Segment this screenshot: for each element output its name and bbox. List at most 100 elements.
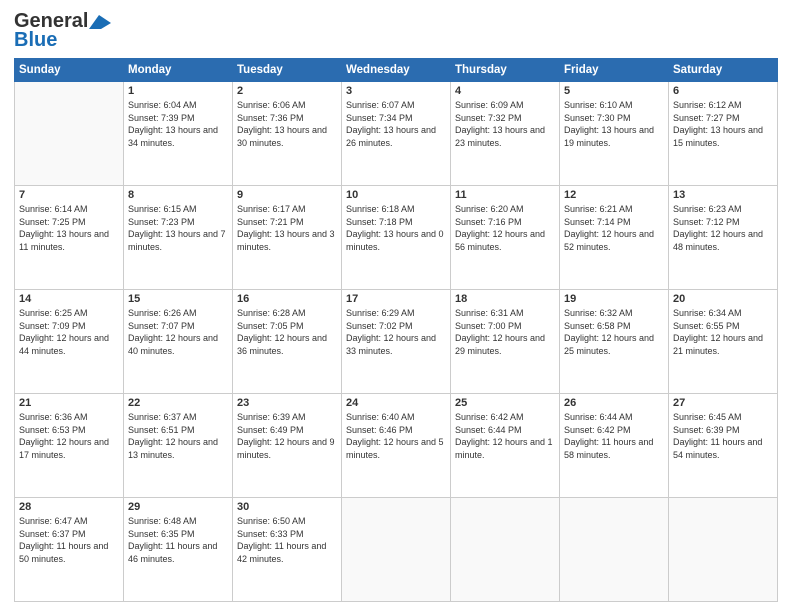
day-info: Sunrise: 6:34 AM Sunset: 6:55 PM Dayligh… [673, 307, 773, 357]
weekday-header-friday: Friday [560, 59, 669, 82]
weekday-header-wednesday: Wednesday [342, 59, 451, 82]
day-cell: 22 Sunrise: 6:37 AM Sunset: 6:51 PM Dayl… [124, 394, 233, 498]
day-info: Sunrise: 6:12 AM Sunset: 7:27 PM Dayligh… [673, 99, 773, 149]
day-number: 21 [19, 397, 119, 409]
day-info: Sunrise: 6:26 AM Sunset: 7:07 PM Dayligh… [128, 307, 228, 357]
day-number: 8 [128, 189, 228, 201]
day-number: 19 [564, 293, 664, 305]
day-info: Sunrise: 6:10 AM Sunset: 7:30 PM Dayligh… [564, 99, 664, 149]
day-info: Sunrise: 6:28 AM Sunset: 7:05 PM Dayligh… [237, 307, 337, 357]
week-row-2: 7 Sunrise: 6:14 AM Sunset: 7:25 PM Dayli… [15, 186, 778, 290]
day-number: 5 [564, 85, 664, 97]
week-row-5: 28 Sunrise: 6:47 AM Sunset: 6:37 PM Dayl… [15, 498, 778, 602]
day-info: Sunrise: 6:23 AM Sunset: 7:12 PM Dayligh… [673, 203, 773, 253]
week-row-3: 14 Sunrise: 6:25 AM Sunset: 7:09 PM Dayl… [15, 290, 778, 394]
day-cell: 9 Sunrise: 6:17 AM Sunset: 7:21 PM Dayli… [233, 186, 342, 290]
weekday-header-monday: Monday [124, 59, 233, 82]
day-cell: 16 Sunrise: 6:28 AM Sunset: 7:05 PM Dayl… [233, 290, 342, 394]
day-cell: 3 Sunrise: 6:07 AM Sunset: 7:34 PM Dayli… [342, 82, 451, 186]
day-cell: 20 Sunrise: 6:34 AM Sunset: 6:55 PM Dayl… [669, 290, 778, 394]
day-number: 26 [564, 397, 664, 409]
day-cell: 14 Sunrise: 6:25 AM Sunset: 7:09 PM Dayl… [15, 290, 124, 394]
day-number: 15 [128, 293, 228, 305]
day-cell: 11 Sunrise: 6:20 AM Sunset: 7:16 PM Dayl… [451, 186, 560, 290]
weekday-header-sunday: Sunday [15, 59, 124, 82]
day-number: 6 [673, 85, 773, 97]
calendar-table: SundayMondayTuesdayWednesdayThursdayFrid… [14, 58, 778, 602]
day-info: Sunrise: 6:04 AM Sunset: 7:39 PM Dayligh… [128, 99, 228, 149]
week-row-4: 21 Sunrise: 6:36 AM Sunset: 6:53 PM Dayl… [15, 394, 778, 498]
day-info: Sunrise: 6:06 AM Sunset: 7:36 PM Dayligh… [237, 99, 337, 149]
day-number: 24 [346, 397, 446, 409]
day-info: Sunrise: 6:17 AM Sunset: 7:21 PM Dayligh… [237, 203, 337, 253]
day-cell: 27 Sunrise: 6:45 AM Sunset: 6:39 PM Dayl… [669, 394, 778, 498]
day-cell: 25 Sunrise: 6:42 AM Sunset: 6:44 PM Dayl… [451, 394, 560, 498]
day-cell: 19 Sunrise: 6:32 AM Sunset: 6:58 PM Dayl… [560, 290, 669, 394]
weekday-header-saturday: Saturday [669, 59, 778, 82]
day-number: 4 [455, 85, 555, 97]
day-cell [451, 498, 560, 602]
day-cell: 2 Sunrise: 6:06 AM Sunset: 7:36 PM Dayli… [233, 82, 342, 186]
day-info: Sunrise: 6:25 AM Sunset: 7:09 PM Dayligh… [19, 307, 119, 357]
day-cell: 17 Sunrise: 6:29 AM Sunset: 7:02 PM Dayl… [342, 290, 451, 394]
day-cell: 4 Sunrise: 6:09 AM Sunset: 7:32 PM Dayli… [451, 82, 560, 186]
day-cell: 6 Sunrise: 6:12 AM Sunset: 7:27 PM Dayli… [669, 82, 778, 186]
day-number: 10 [346, 189, 446, 201]
day-info: Sunrise: 6:42 AM Sunset: 6:44 PM Dayligh… [455, 411, 555, 461]
weekday-header-thursday: Thursday [451, 59, 560, 82]
day-info: Sunrise: 6:29 AM Sunset: 7:02 PM Dayligh… [346, 307, 446, 357]
day-cell: 18 Sunrise: 6:31 AM Sunset: 7:00 PM Dayl… [451, 290, 560, 394]
day-cell [15, 82, 124, 186]
day-cell: 21 Sunrise: 6:36 AM Sunset: 6:53 PM Dayl… [15, 394, 124, 498]
day-info: Sunrise: 6:50 AM Sunset: 6:33 PM Dayligh… [237, 515, 337, 565]
day-info: Sunrise: 6:36 AM Sunset: 6:53 PM Dayligh… [19, 411, 119, 461]
day-cell: 10 Sunrise: 6:18 AM Sunset: 7:18 PM Dayl… [342, 186, 451, 290]
header: General Blue [14, 10, 778, 52]
day-number: 30 [237, 501, 337, 513]
day-cell: 15 Sunrise: 6:26 AM Sunset: 7:07 PM Dayl… [124, 290, 233, 394]
weekday-header-row: SundayMondayTuesdayWednesdayThursdayFrid… [15, 59, 778, 82]
day-info: Sunrise: 6:48 AM Sunset: 6:35 PM Dayligh… [128, 515, 228, 565]
day-number: 17 [346, 293, 446, 305]
day-info: Sunrise: 6:47 AM Sunset: 6:37 PM Dayligh… [19, 515, 119, 565]
day-info: Sunrise: 6:32 AM Sunset: 6:58 PM Dayligh… [564, 307, 664, 357]
day-cell: 23 Sunrise: 6:39 AM Sunset: 6:49 PM Dayl… [233, 394, 342, 498]
day-info: Sunrise: 6:15 AM Sunset: 7:23 PM Dayligh… [128, 203, 228, 253]
day-number: 13 [673, 189, 773, 201]
page: General Blue SundayMondayTuesdayWednesda… [0, 0, 792, 612]
day-number: 25 [455, 397, 555, 409]
day-info: Sunrise: 6:37 AM Sunset: 6:51 PM Dayligh… [128, 411, 228, 461]
day-cell: 8 Sunrise: 6:15 AM Sunset: 7:23 PM Dayli… [124, 186, 233, 290]
day-number: 28 [19, 501, 119, 513]
day-number: 14 [19, 293, 119, 305]
day-number: 9 [237, 189, 337, 201]
day-info: Sunrise: 6:40 AM Sunset: 6:46 PM Dayligh… [346, 411, 446, 461]
day-cell [560, 498, 669, 602]
day-cell: 12 Sunrise: 6:21 AM Sunset: 7:14 PM Dayl… [560, 186, 669, 290]
week-row-1: 1 Sunrise: 6:04 AM Sunset: 7:39 PM Dayli… [15, 82, 778, 186]
logo-icon [89, 15, 111, 29]
day-number: 2 [237, 85, 337, 97]
day-number: 11 [455, 189, 555, 201]
day-number: 12 [564, 189, 664, 201]
day-cell: 30 Sunrise: 6:50 AM Sunset: 6:33 PM Dayl… [233, 498, 342, 602]
day-cell: 24 Sunrise: 6:40 AM Sunset: 6:46 PM Dayl… [342, 394, 451, 498]
day-info: Sunrise: 6:07 AM Sunset: 7:34 PM Dayligh… [346, 99, 446, 149]
day-cell: 26 Sunrise: 6:44 AM Sunset: 6:42 PM Dayl… [560, 394, 669, 498]
day-info: Sunrise: 6:45 AM Sunset: 6:39 PM Dayligh… [673, 411, 773, 461]
day-number: 27 [673, 397, 773, 409]
day-number: 18 [455, 293, 555, 305]
day-cell: 29 Sunrise: 6:48 AM Sunset: 6:35 PM Dayl… [124, 498, 233, 602]
day-info: Sunrise: 6:14 AM Sunset: 7:25 PM Dayligh… [19, 203, 119, 253]
day-number: 16 [237, 293, 337, 305]
day-number: 22 [128, 397, 228, 409]
day-cell [669, 498, 778, 602]
day-info: Sunrise: 6:44 AM Sunset: 6:42 PM Dayligh… [564, 411, 664, 461]
day-number: 23 [237, 397, 337, 409]
logo-blue: Blue [14, 29, 57, 52]
day-number: 29 [128, 501, 228, 513]
day-info: Sunrise: 6:39 AM Sunset: 6:49 PM Dayligh… [237, 411, 337, 461]
day-cell: 1 Sunrise: 6:04 AM Sunset: 7:39 PM Dayli… [124, 82, 233, 186]
day-cell: 7 Sunrise: 6:14 AM Sunset: 7:25 PM Dayli… [15, 186, 124, 290]
day-cell: 5 Sunrise: 6:10 AM Sunset: 7:30 PM Dayli… [560, 82, 669, 186]
